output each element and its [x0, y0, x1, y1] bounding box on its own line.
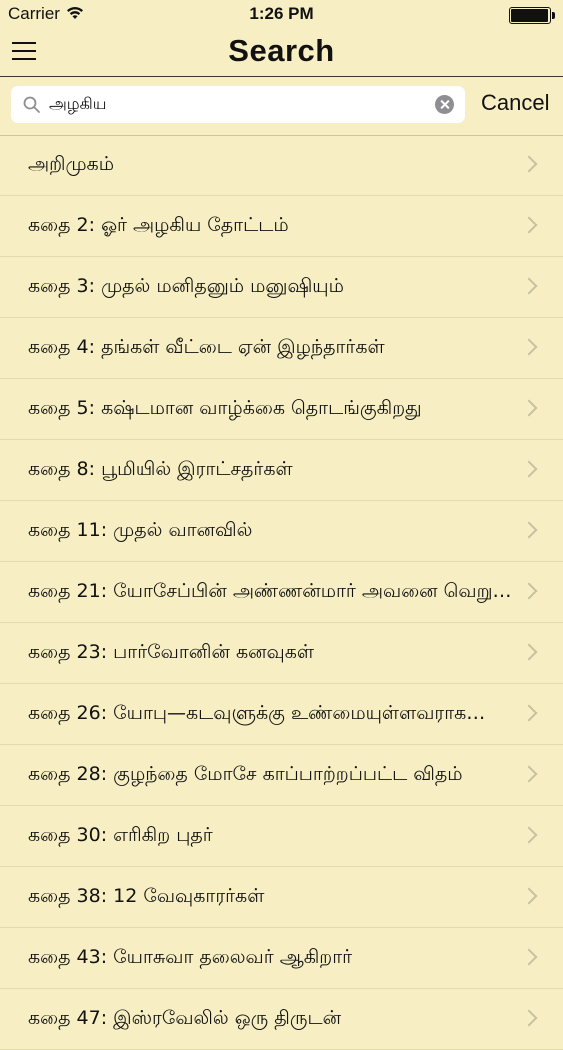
- list-item[interactable]: கதை 4: தங்கள் வீட்டை ஏன் இழந்தார்கள்: [0, 318, 563, 379]
- list-item-label: கதை 23: பார்வோனின் கனவுகள்: [28, 641, 315, 663]
- list-item-label: கதை 11: முதல் வானவில்: [28, 519, 253, 541]
- list-item-label: கதை 38: 12 வேவுகாரர்கள்: [28, 885, 265, 907]
- list-item[interactable]: கதை 28: குழந்தை மோசே காப்பாற்றப்பட்ட வித…: [0, 745, 563, 806]
- search-input[interactable]: [49, 86, 429, 123]
- battery-icon: [509, 7, 555, 24]
- list-item[interactable]: கதை 30: எரிகிற புதர்: [0, 806, 563, 867]
- list-item-label: அறிமுகம்: [28, 153, 115, 175]
- clear-search-icon[interactable]: [435, 95, 454, 114]
- list-item[interactable]: கதை 11: முதல் வானவில்: [0, 501, 563, 562]
- list-item-label: கதை 4: தங்கள் வீட்டை ஏன் இழந்தார்கள்: [28, 336, 385, 358]
- list-item[interactable]: கதை 47: இஸ்ரவேலில் ஒரு திருடன்: [0, 989, 563, 1050]
- list-item-label: கதை 28: குழந்தை மோசே காப்பாற்றப்பட்ட வித…: [28, 763, 463, 785]
- list-item[interactable]: அறிமுகம்: [0, 135, 563, 196]
- list-item[interactable]: கதை 43: யோசுவா தலைவர் ஆகிறார்: [0, 928, 563, 989]
- search-results-list: அறிமுகம் கதை 2: ஓர் அழகிய தோட்டம் கதை 3:…: [0, 135, 563, 1050]
- list-item-label: கதை 43: யோசுவா தலைவர் ஆகிறார்: [28, 946, 353, 968]
- navigation-bar: Search: [0, 30, 563, 77]
- list-item-label: கதை 26: யோபு—கடவுளுக்கு உண்மையுள்ளவராக…: [28, 702, 486, 724]
- search-icon: [23, 96, 40, 113]
- list-item[interactable]: கதை 23: பார்வோனின் கனவுகள்: [0, 623, 563, 684]
- search-bar: Cancel: [0, 77, 563, 136]
- list-item[interactable]: கதை 26: யோபு—கடவுளுக்கு உண்மையுள்ளவராக…: [0, 684, 563, 745]
- list-item-label: கதை 5: கஷ்டமான வாழ்க்கை தொடங்குகிறது: [28, 397, 422, 419]
- status-bar: Carrier 1:26 PM: [0, 0, 563, 30]
- page-title: Search: [228, 33, 335, 68]
- list-item-label: கதை 3: முதல் மனிதனும் மனுஷியும்: [28, 275, 344, 297]
- list-item-label: கதை 30: எரிகிற புதர்: [28, 824, 213, 846]
- list-item[interactable]: கதை 3: முதல் மனிதனும் மனுஷியும்: [0, 257, 563, 318]
- list-item-label: கதை 2: ஓர் அழகிய தோட்டம்: [28, 214, 289, 236]
- list-item[interactable]: கதை 21: யோசேப்பின் அண்ணன்மார் அவனை வெறு…: [0, 562, 563, 623]
- list-item[interactable]: கதை 8: பூமியில் இராட்சதர்கள்: [0, 440, 563, 501]
- list-item-label: கதை 8: பூமியில் இராட்சதர்கள்: [28, 458, 293, 480]
- clock: 1:26 PM: [249, 4, 314, 23]
- cancel-button[interactable]: Cancel: [481, 90, 549, 116]
- list-item[interactable]: கதை 5: கஷ்டமான வாழ்க்கை தொடங்குகிறது: [0, 379, 563, 440]
- list-item[interactable]: கதை 38: 12 வேவுகாரர்கள்: [0, 867, 563, 928]
- list-item-label: கதை 47: இஸ்ரவேலில் ஒரு திருடன்: [28, 1007, 341, 1029]
- search-field[interactable]: [11, 86, 465, 123]
- list-item[interactable]: கதை 2: ஓர் அழகிய தோட்டம்: [0, 196, 563, 257]
- list-item-label: கதை 21: யோசேப்பின் அண்ணன்மார் அவனை வெறு…: [28, 580, 512, 602]
